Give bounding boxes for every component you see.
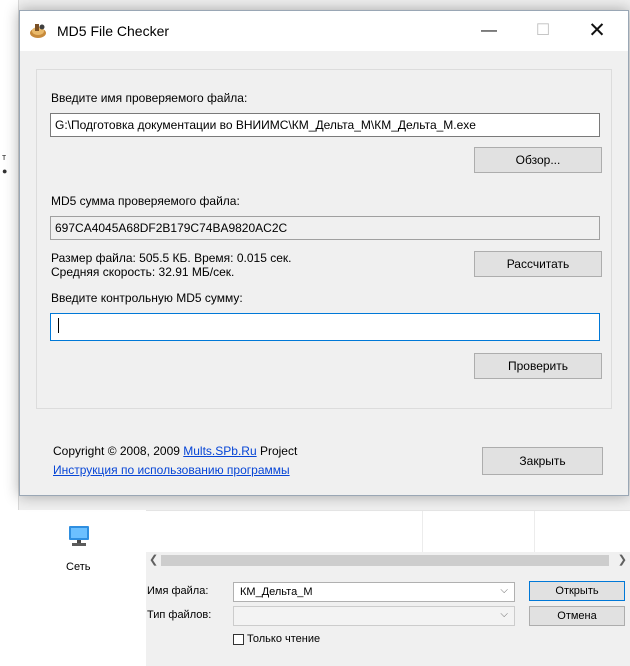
text-caret	[58, 318, 59, 333]
check-button[interactable]: Проверить	[474, 353, 602, 379]
filename-label: Имя файла:	[147, 585, 209, 597]
horizontal-scrollbar[interactable]: ❮ ❯	[146, 552, 630, 569]
instructions-link[interactable]: Инструкция по использованию программы	[53, 463, 290, 477]
close-button[interactable]: Закрыть	[482, 447, 603, 475]
md5-result-field[interactable]: 697CA4045A68DF2B179C74BA9820AC2C	[50, 216, 600, 240]
md5-checker-app-icon	[30, 24, 46, 38]
maximize-button[interactable]: ☐	[520, 11, 566, 51]
cancel-button[interactable]: Отмена	[529, 606, 625, 626]
filename-value: КМ_Дельта_М	[240, 586, 313, 598]
file-label: Введите имя проверяемого файла:	[51, 91, 248, 105]
chevron-down-icon[interactable]: ⌵	[500, 609, 508, 621]
website-link[interactable]: Mults.SPb.Ru	[183, 444, 256, 458]
copyright-text: Copyright © 2008, 2009 Mults.SPb.Ru Proj…	[53, 444, 297, 458]
network-label[interactable]: Сеть	[66, 561, 90, 573]
filetype-label: Тип файлов:	[147, 609, 212, 621]
scroll-right-icon[interactable]: ❯	[618, 553, 627, 566]
control-md5-label: Введите контрольную MD5 сумму:	[51, 291, 243, 305]
md5-checker-window: MD5 File Checker — ☐ ✕ Введите имя прове…	[19, 10, 629, 496]
md5-label: MD5 сумма проверяемого файла:	[51, 194, 240, 208]
filetype-combobox[interactable]: ⌵	[233, 606, 515, 626]
chevron-down-icon[interactable]: ⌵	[500, 585, 508, 597]
readonly-label[interactable]: Только чтение	[247, 633, 320, 645]
file-stats-line2: Средняя скорость: 32.91 МБ/сек.	[51, 265, 235, 279]
checker-groupbox: Введите имя проверяемого файла: G:\Подго…	[36, 69, 612, 409]
browse-button[interactable]: Обзор...	[474, 147, 602, 173]
background-window-strip	[0, 0, 19, 666]
minimize-button[interactable]: —	[466, 11, 512, 51]
copyright-prefix: Copyright © 2008, 2009	[53, 444, 184, 458]
filename-combobox[interactable]: КМ_Дельта_М ⌵	[233, 582, 515, 602]
close-window-button[interactable]: ✕	[574, 11, 620, 51]
scroll-thumb[interactable]	[161, 555, 609, 566]
window-title: MD5 File Checker	[57, 23, 170, 39]
background-text-fragment: ●	[2, 166, 8, 176]
control-md5-input[interactable]	[50, 313, 600, 341]
readonly-checkbox[interactable]	[233, 634, 244, 645]
file-path-input[interactable]: G:\Подготовка документации во ВНИИМС\КМ_…	[50, 113, 600, 137]
background-text-fragment: т	[2, 152, 7, 162]
scroll-left-icon[interactable]: ❮	[149, 553, 158, 566]
open-button[interactable]: Открыть	[529, 581, 625, 601]
title-bar[interactable]: MD5 File Checker — ☐ ✕	[20, 11, 628, 51]
window-client-area: Введите имя проверяемого файла: G:\Подго…	[20, 51, 628, 495]
network-computer-icon[interactable]	[66, 524, 92, 548]
copyright-suffix: Project	[256, 444, 298, 458]
calculate-button[interactable]: Рассчитать	[474, 251, 602, 277]
file-stats-line1: Размер файла: 505.5 КБ. Время: 0.015 сек…	[51, 251, 292, 265]
file-list-area[interactable]	[146, 510, 630, 553]
